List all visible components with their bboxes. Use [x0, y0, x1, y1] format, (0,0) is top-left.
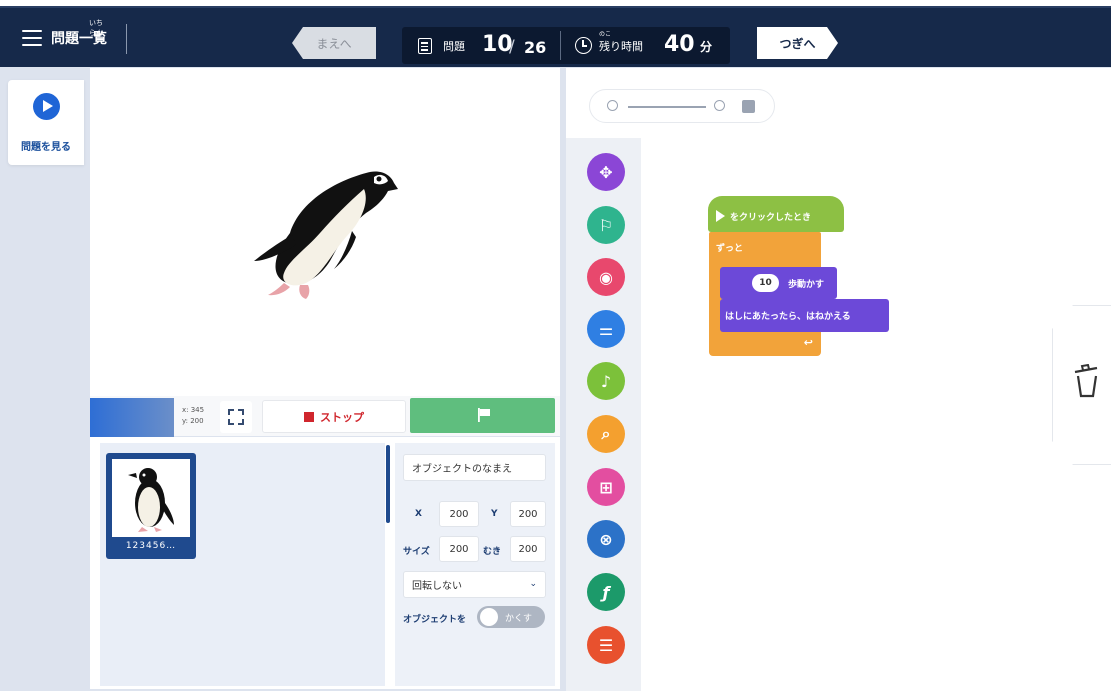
header-bar: いちらん 問題一覧 まえへ 問題 10 / 26 のこ 残り時間 40 分 つぎ…: [0, 8, 1111, 67]
view-problem-tab[interactable]: 問題を見る: [8, 80, 84, 165]
operators-icon: ⊗: [599, 529, 613, 549]
stage-canvas[interactable]: [90, 68, 560, 396]
question-slash: /: [509, 37, 515, 57]
sensing-category-button[interactable]: ⌕: [587, 415, 625, 453]
size-label: サイズ: [403, 547, 430, 557]
direction-label: むき: [483, 547, 502, 557]
y-label: Y: [491, 509, 498, 519]
green-flag-button[interactable]: [410, 398, 555, 433]
document-icon: [418, 38, 432, 54]
rotation-value: 回転しない: [412, 581, 462, 592]
stop-button[interactable]: ストップ: [262, 400, 406, 433]
looks-category-button[interactable]: ◉: [587, 258, 625, 296]
question-list-menu[interactable]: いちらん 問題一覧: [22, 19, 107, 48]
functions-icon: ƒ: [602, 582, 610, 602]
lists-icon: ☰: [598, 635, 614, 655]
move-steps-block[interactable]: 10 歩動かす: [720, 267, 837, 299]
sound-icon: ♪: [600, 371, 612, 391]
loop-arrow-icon: ↩: [803, 336, 813, 349]
zoom-slider[interactable]: [628, 106, 706, 108]
coord-x: x: 345: [182, 406, 205, 414]
time-label: 残り時間: [599, 40, 643, 53]
toggle-knob: [480, 608, 498, 626]
move-label: 歩動かす: [788, 279, 825, 290]
x-input[interactable]: 200: [439, 501, 479, 527]
question-total: 26: [524, 38, 547, 57]
fullscreen-button[interactable]: [220, 401, 252, 433]
looks-icon: ◉: [599, 267, 613, 287]
chevron-down-icon: ⌄: [529, 579, 537, 589]
sensing-icon: ⌕: [601, 424, 611, 443]
sprite-name: 123456…: [125, 541, 177, 551]
zoom-in-icon[interactable]: [714, 100, 725, 111]
bounce-block[interactable]: はしにあたったら、はねかえる: [720, 299, 889, 332]
forever-label: ずっと: [716, 244, 744, 254]
view-problem-label: 問題を見る: [21, 142, 71, 153]
x-label: X: [415, 509, 422, 519]
code-workspace[interactable]: ✥ ⚐ ◉ ⚌ ♪ ⌕ ⊞ ⊗ ƒ ☰ をクリックしたとき ずっと ↩ 10 歩…: [566, 68, 1111, 691]
question-label: 問題: [443, 40, 465, 53]
visibility-value: かくす: [505, 614, 533, 624]
penguin-sprite[interactable]: [248, 165, 400, 305]
status-panel: 問題 10 / 26 のこ 残り時間 40 分: [402, 27, 730, 64]
stop-label: ストップ: [320, 410, 364, 424]
zoom-out-icon[interactable]: [607, 100, 618, 111]
sprite-list: 123456…: [100, 443, 385, 686]
window-top-edge: [0, 0, 1111, 8]
sprite-properties: オブジェクトのなまえ X 200 Y 200 サイズ 200 むき 200 回転…: [395, 443, 555, 686]
functions-category-button[interactable]: ƒ: [587, 573, 625, 611]
rotation-select[interactable]: 回転しない ⌄: [403, 571, 546, 598]
prev-button[interactable]: まえへ: [292, 27, 376, 59]
control-icon: ⚌: [598, 319, 614, 339]
menu-label: いちらん 問題一覧: [51, 19, 107, 48]
play-icon: [33, 93, 60, 120]
coordinate-readout: x: 345 y: 200: [182, 405, 204, 427]
coord-y: y: 200: [182, 417, 204, 425]
stop-icon: [304, 411, 314, 422]
visibility-toggle[interactable]: かくす: [477, 606, 545, 628]
trash-panel[interactable]: [1052, 305, 1111, 465]
block-palette: ✥ ⚐ ◉ ⚌ ♪ ⌕ ⊞ ⊗ ƒ ☰: [566, 138, 641, 691]
direction-input[interactable]: 200: [510, 536, 546, 562]
time-remaining: 40: [664, 32, 695, 57]
stage-color-swatch: [90, 398, 174, 437]
status-divider: [560, 31, 561, 60]
motion-category-button[interactable]: ✥: [587, 153, 625, 191]
hat-label: をクリックしたとき: [730, 212, 812, 223]
events-icon: ⚐: [598, 215, 614, 235]
object-name-field[interactable]: オブジェクトのなまえ: [403, 454, 546, 481]
control-category-button[interactable]: ⚌: [587, 310, 625, 348]
panel-scroll-indicator[interactable]: [386, 445, 390, 523]
zoom-reset-icon[interactable]: [742, 100, 755, 113]
menu-ruby: いちらん: [89, 19, 103, 37]
lists-category-button[interactable]: ☰: [587, 626, 625, 664]
header-divider: [126, 24, 127, 54]
variables-category-button[interactable]: ⊞: [587, 468, 625, 506]
sprite-panel: 123456… オブジェクトのなまえ X 200 Y 200 サイズ 200 む…: [90, 437, 560, 689]
motion-icon: ✥: [599, 162, 613, 182]
size-input[interactable]: 200: [439, 536, 479, 562]
sprite-card[interactable]: 123456…: [106, 453, 196, 559]
steps-input[interactable]: 10: [752, 274, 779, 292]
stage-controls: x: 345 y: 200 ストップ: [90, 396, 560, 437]
operators-category-button[interactable]: ⊗: [587, 520, 625, 558]
sound-category-button[interactable]: ♪: [587, 362, 625, 400]
y-input[interactable]: 200: [510, 501, 546, 527]
green-flag-icon: [716, 210, 725, 222]
zoom-control: [589, 89, 775, 123]
variables-icon: ⊞: [599, 477, 613, 497]
flag-icon: [478, 408, 490, 422]
time-unit: 分: [700, 40, 713, 54]
visibility-label: オブジェクトを: [403, 615, 467, 625]
sprite-thumbnail: [112, 459, 190, 537]
trash-icon: [1074, 364, 1098, 398]
next-button[interactable]: つぎへ: [757, 27, 838, 59]
events-category-button[interactable]: ⚐: [587, 206, 625, 244]
clock-icon: [575, 37, 592, 54]
when-clicked-block[interactable]: をクリックしたとき: [708, 196, 844, 232]
bounce-label: はしにあたったら、はねかえる: [725, 312, 851, 322]
time-ruby: のこ: [599, 31, 612, 38]
hamburger-icon[interactable]: [22, 30, 42, 46]
penguin-thumbnail-icon: [128, 468, 174, 532]
